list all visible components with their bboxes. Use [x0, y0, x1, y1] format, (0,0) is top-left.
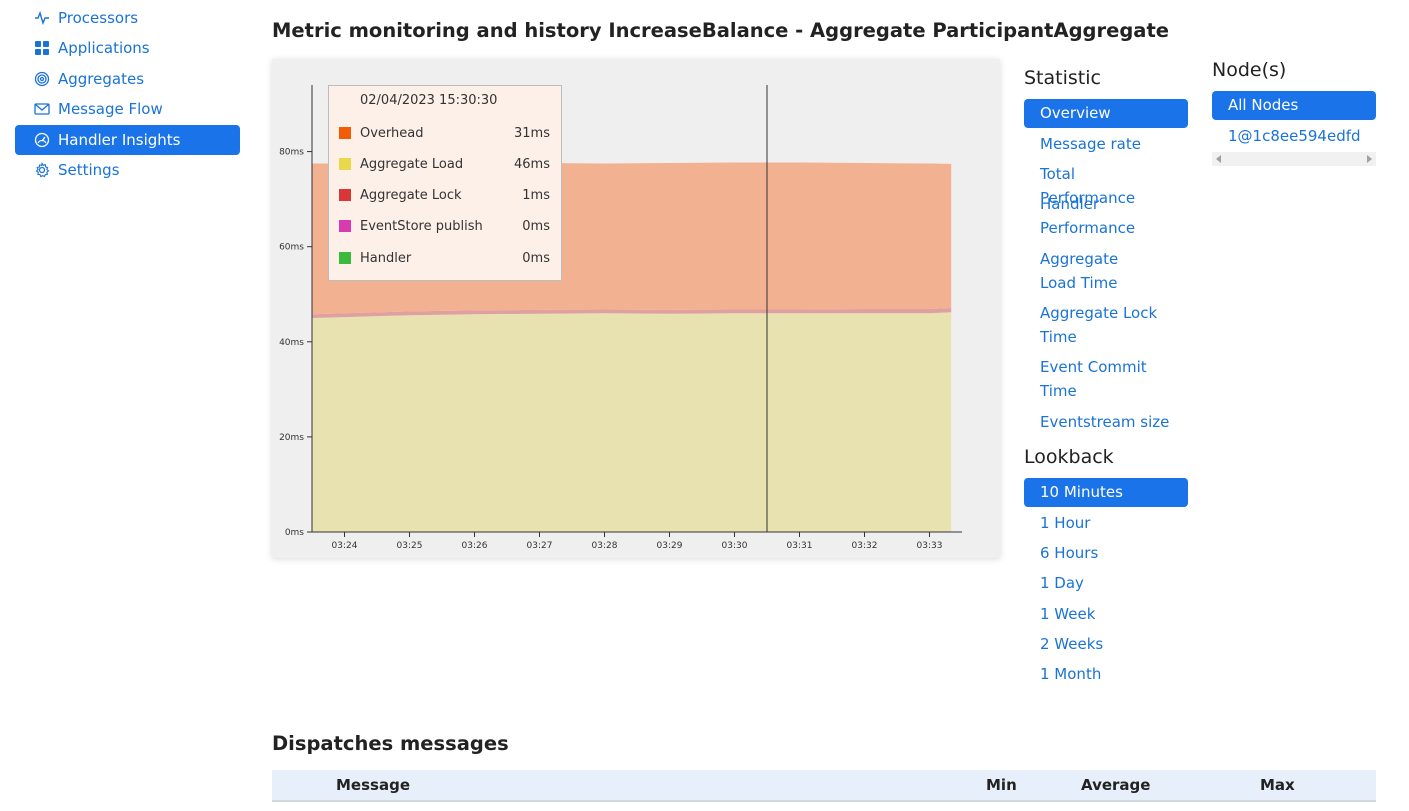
scroll-left-arrow-icon[interactable]: [1216, 155, 1221, 163]
lookback-option-1-day[interactable]: 1 Day: [1024, 571, 1188, 595]
sidebar-item-applications[interactable]: Applications: [15, 33, 240, 63]
statistic-option-message-rate[interactable]: Message rate: [1024, 132, 1188, 156]
tooltip-row-overhead: Overhead 31ms: [339, 123, 550, 143]
x-tick-label: 03:28: [592, 541, 618, 551]
x-tick-label: 03:24: [332, 541, 358, 551]
target-icon: [34, 71, 50, 87]
tooltip-series-name: Aggregate Load: [360, 156, 464, 172]
x-tick-label: 03:27: [527, 541, 553, 551]
activity-icon: [34, 10, 50, 26]
nodes-heading: Node(s): [1212, 59, 1287, 81]
lookback-option-1-week[interactable]: 1 Week: [1024, 602, 1188, 626]
lookback-option-1-month[interactable]: 1 Month: [1024, 662, 1188, 686]
tooltip-row-aggregate-load: Aggregate Load 46ms: [339, 154, 550, 174]
x-tick-label: 03:29: [657, 541, 683, 551]
legend-swatch-aggregate-lock: [339, 189, 351, 201]
statistic-option-overview[interactable]: Overview: [1024, 99, 1188, 128]
statistic-option-event-commit-time[interactable]: Event Commit Time: [1024, 355, 1174, 403]
y-tick-label: 20ms: [279, 433, 304, 443]
sidebar-item-message-flow[interactable]: Message Flow: [15, 94, 240, 124]
nodes-horizontal-scrollbar[interactable]: [1212, 152, 1376, 166]
x-tick-label: 03:32: [852, 541, 878, 551]
lookback-option-10-minutes[interactable]: 10 Minutes: [1024, 478, 1188, 507]
envelope-icon: [34, 101, 50, 117]
tooltip-series-name: Aggregate Lock: [360, 187, 462, 203]
column-header-average[interactable]: Average: [1081, 776, 1150, 794]
column-header-min[interactable]: Min: [986, 776, 1017, 794]
column-header-message[interactable]: Message: [336, 776, 410, 794]
sidebar-item-label: Settings: [58, 160, 120, 179]
legend-swatch-aggregate-load: [339, 158, 351, 170]
tooltip-row-handler: Handler 0ms: [339, 248, 550, 268]
x-tick-label: 03:33: [917, 541, 943, 551]
dispatches-table-header: Message Min Average Max: [272, 770, 1376, 802]
dispatches-title: Dispatches messages: [272, 732, 509, 755]
tooltip-series-value: 1ms: [522, 187, 550, 203]
x-tick-label: 03:30: [722, 541, 748, 551]
y-tick-label: 0ms: [285, 528, 304, 538]
sidebar: Processors Applications Aggregates Messa…: [15, 0, 240, 185]
x-tick-label: 03:25: [397, 541, 423, 551]
tooltip-row-eventstore-publish: EventStore publish 0ms: [339, 216, 550, 236]
x-tick-label: 03:31: [787, 541, 813, 551]
y-tick-label: 40ms: [279, 338, 304, 348]
tooltip-row-aggregate-lock: Aggregate Lock 1ms: [339, 185, 550, 205]
sidebar-item-label: Message Flow: [58, 100, 163, 119]
tooltip-series-name: Handler: [360, 250, 412, 266]
chart-tooltip: 02/04/2023 15:30:30 Overhead 31ms Aggreg…: [328, 85, 562, 281]
x-tick-label: 03:26: [462, 541, 488, 551]
y-tick-label: 80ms: [279, 148, 304, 158]
gauge-icon: [34, 132, 50, 148]
lookback-option-2-weeks[interactable]: 2 Weeks: [1024, 632, 1188, 656]
tooltip-series-name: EventStore publish: [360, 218, 483, 234]
column-header-max[interactable]: Max: [1260, 776, 1295, 794]
tooltip-time: 02/04/2023 15:30:30: [360, 93, 498, 108]
lookback-option-6-hours[interactable]: 6 Hours: [1024, 541, 1188, 565]
tooltip-series-value: 0ms: [522, 250, 550, 266]
statistic-option-handler-performance[interactable]: Handler Performance: [1024, 192, 1174, 240]
node-option-all-nodes[interactable]: All Nodes: [1212, 91, 1376, 120]
gear-icon: [34, 162, 50, 178]
statistic-option-eventstream-size[interactable]: Eventstream size: [1024, 410, 1188, 434]
statistic-option-aggregate-load-time[interactable]: Aggregate Load Time: [1024, 247, 1174, 295]
tooltip-series-value: 31ms: [514, 125, 550, 141]
page-title: Metric monitoring and history IncreaseBa…: [272, 19, 1169, 42]
node-option-1c8ee594edfd[interactable]: 1@1c8ee594edfd: [1212, 124, 1376, 148]
apps-grid-icon: [34, 40, 50, 56]
tooltip-series-value: 46ms: [514, 156, 550, 172]
legend-swatch-overhead: [339, 127, 351, 139]
sidebar-item-label: Processors: [58, 9, 139, 27]
sidebar-item-aggregates[interactable]: Aggregates: [15, 64, 240, 94]
sidebar-item-label: Applications: [58, 39, 150, 58]
tooltip-series-name: Overhead: [360, 125, 424, 141]
statistic-heading: Statistic: [1024, 67, 1101, 89]
tooltip-series-value: 0ms: [522, 218, 550, 234]
legend-swatch-handler: [339, 252, 351, 264]
sidebar-item-label: Handler Insights: [58, 130, 181, 149]
scroll-right-arrow-icon[interactable]: [1367, 155, 1372, 163]
y-tick-label: 60ms: [279, 243, 304, 253]
sidebar-item-handler-insights[interactable]: Handler Insights: [15, 124, 240, 155]
legend-swatch-eventstore-publish: [339, 220, 351, 232]
metric-chart[interactable]: 0ms 20ms 40ms 60ms 80ms 03:24 03:25 03:26 03:27 0…: [272, 59, 1000, 558]
lookback-option-1-hour[interactable]: 1 Hour: [1024, 511, 1188, 535]
lookback-heading: Lookback: [1024, 446, 1114, 468]
sidebar-item-label: Aggregates: [58, 69, 145, 88]
sidebar-item-processors[interactable]: Processors: [15, 3, 240, 33]
sidebar-item-settings[interactable]: Settings: [15, 155, 240, 185]
statistic-option-aggregate-lock-time[interactable]: Aggregate Lock Time: [1024, 301, 1174, 349]
series-area-aggregate-load: [312, 312, 952, 532]
